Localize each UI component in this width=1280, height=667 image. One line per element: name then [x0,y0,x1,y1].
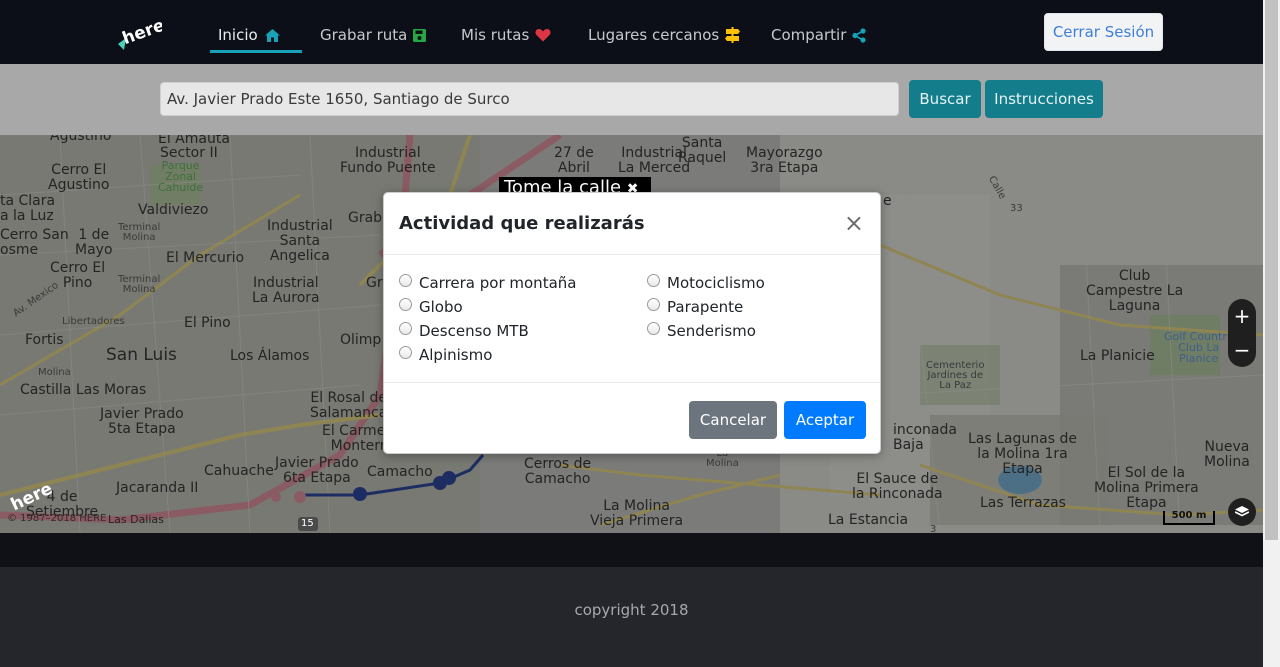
nav-mis-rutas-label: Mis rutas [461,26,530,44]
activity-option[interactable]: Parapente [647,297,744,316]
logo-text: here [120,15,162,49]
share-icon [852,27,866,43]
activity-option-label: Senderismo [667,322,756,340]
here-logo[interactable]: here [116,14,162,52]
nav-active-indicator [210,50,302,53]
nav-grabar-ruta[interactable]: Grabar ruta [320,20,427,50]
activity-option[interactable]: Descenso MTB [399,321,529,340]
accept-button[interactable]: Aceptar [784,401,866,439]
activity-option[interactable]: Carrera por montaña [399,273,577,292]
activity-radio[interactable] [647,273,660,287]
activity-radio[interactable] [399,297,412,311]
modal-header: Actividad que realizarás × [384,193,880,255]
logout-button[interactable]: Cerrar Sesión [1044,13,1163,51]
activity-radio[interactable] [399,273,412,287]
navbar: here Inicio Grabar ruta Mis rutas Lugare… [0,0,1263,64]
activity-option-label: Parapente [667,298,744,316]
activity-option-label: Descenso MTB [419,322,529,340]
nav-lugares-cercanos[interactable]: Lugares cercanos [588,20,741,50]
modal-title: Actividad que realizarás [399,213,645,234]
activity-option[interactable]: Globo [399,297,463,316]
activity-radio[interactable] [399,321,412,335]
activity-option-label: Globo [419,298,463,316]
activity-radio[interactable] [647,297,660,311]
activity-radio[interactable] [647,321,660,335]
footer-divider [0,533,1263,567]
page-scrollbar-thumb[interactable] [1265,0,1278,540]
close-icon[interactable]: × [844,209,864,237]
activity-option-label: Carrera por montaña [419,274,577,292]
nav-inicio-label: Inicio [218,26,258,44]
activity-radio[interactable] [399,345,412,359]
signpost-icon [725,27,741,43]
activity-option-label: Motociclismo [667,274,765,292]
home-icon [264,28,281,43]
footer: copyright 2018 [0,567,1263,667]
nav-inicio[interactable]: Inicio [218,20,281,50]
activity-option[interactable]: Motociclismo [647,273,765,292]
modal-body: Carrera por montaña Globo Descenso MTB A… [384,255,880,383]
nav-mis-rutas[interactable]: Mis rutas [461,20,551,50]
activity-option-label: Alpinismo [419,346,493,364]
nav-compartir[interactable]: Compartir [771,20,866,50]
activity-option[interactable]: Alpinismo [399,345,493,364]
nav-compartir-label: Compartir [771,26,847,44]
activity-modal: Actividad que realizarás × Carrera por m… [383,192,881,454]
nav-lugares-cercanos-label: Lugares cercanos [588,26,720,44]
cancel-button[interactable]: Cancelar [689,401,777,439]
footer-copyright: copyright 2018 [574,601,689,619]
activity-option[interactable]: Senderismo [647,321,756,340]
heart-icon [535,28,551,42]
save-icon [413,28,427,42]
nav-grabar-ruta-label: Grabar ruta [320,26,408,44]
